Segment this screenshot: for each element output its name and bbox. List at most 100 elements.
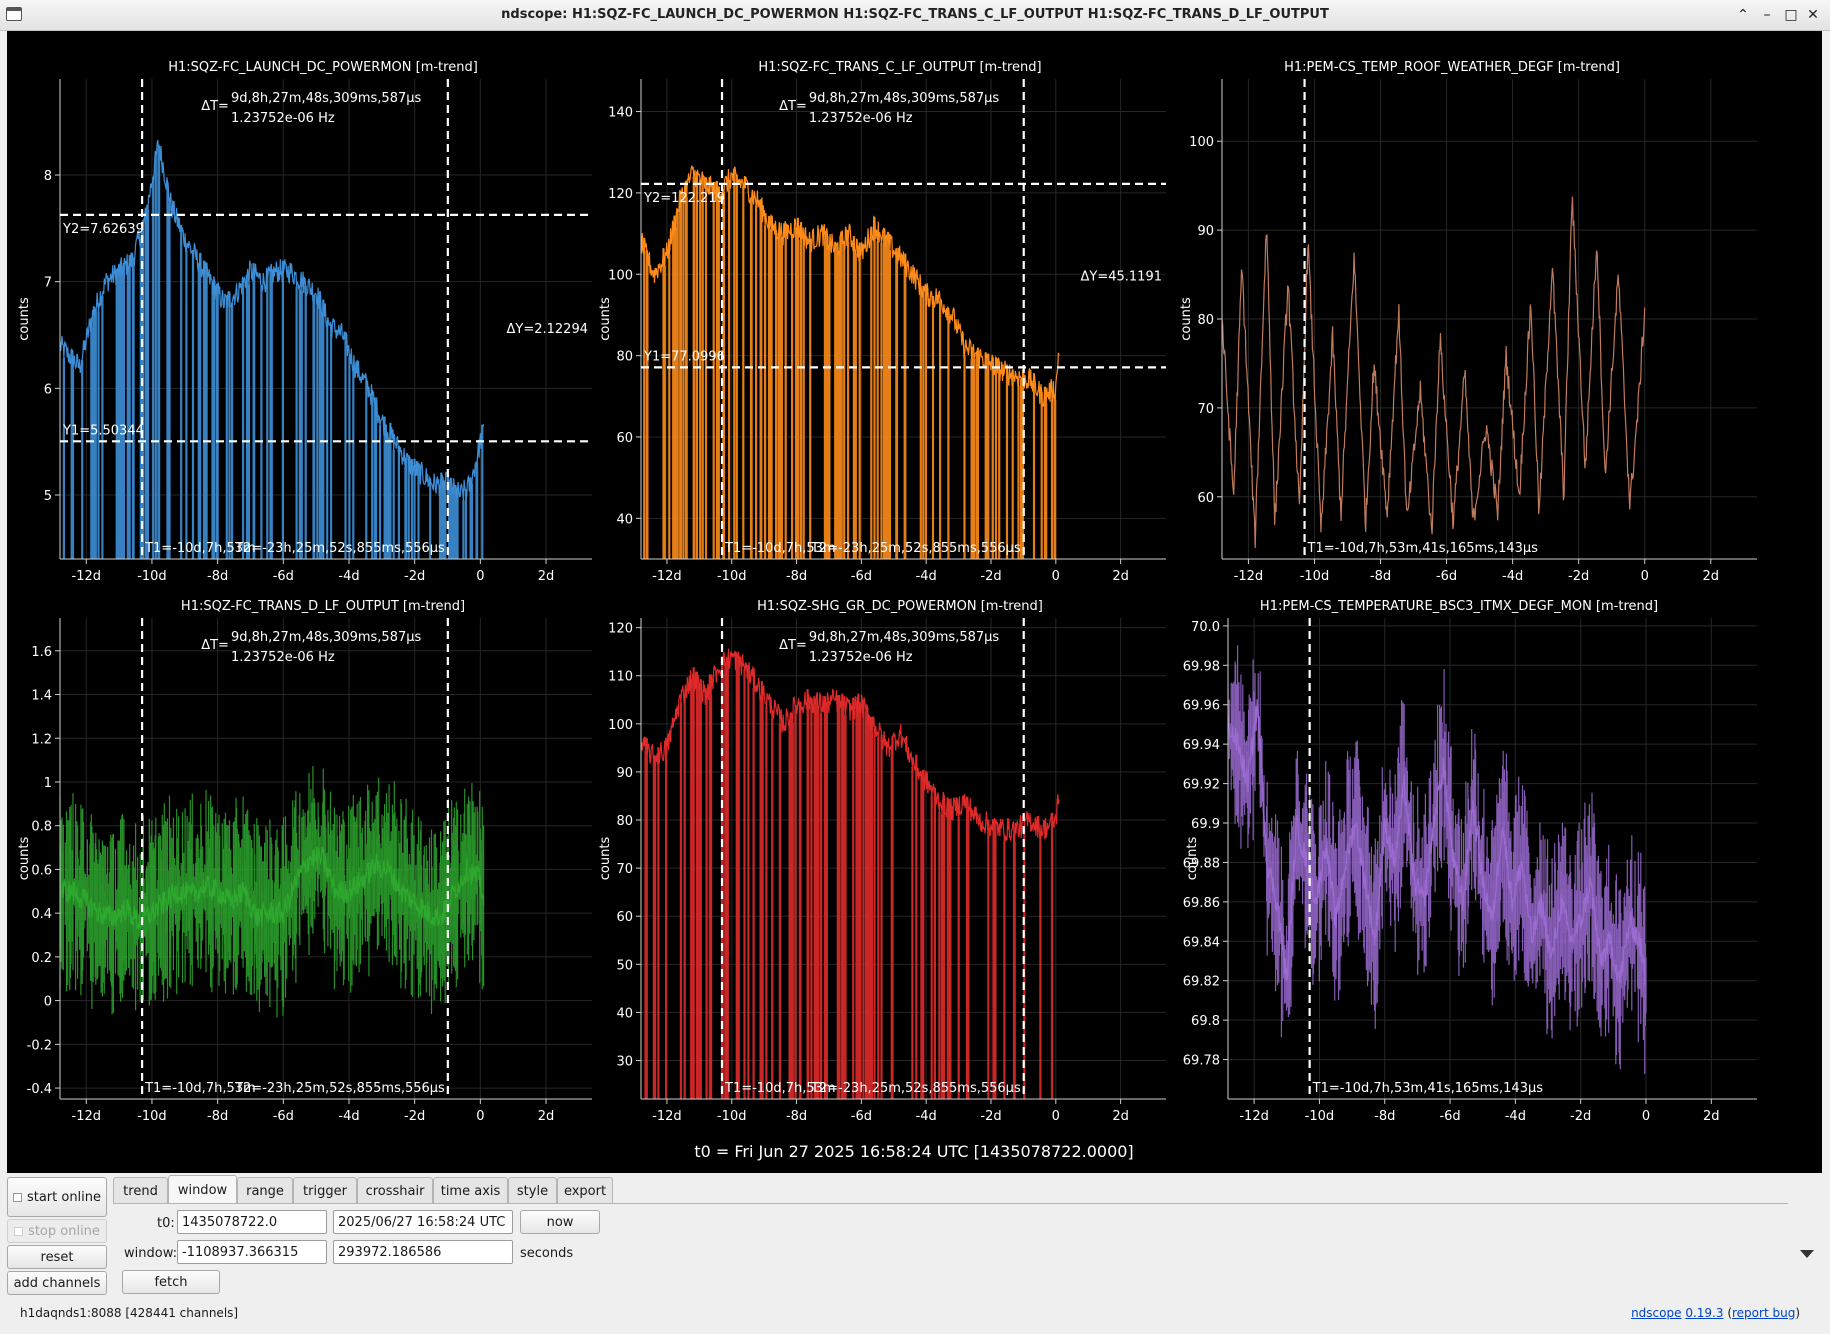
x-tick-label: -6d bbox=[1436, 569, 1457, 584]
y-axis-label: counts bbox=[598, 297, 613, 341]
delta-t-value: 9d,8h,27m,48s,309ms,587µs bbox=[231, 91, 422, 106]
t0-gps-input[interactable] bbox=[177, 1210, 327, 1234]
y-tick-label: 80 bbox=[616, 350, 633, 365]
tab-body-border bbox=[113, 1203, 1788, 1204]
tab-time-axis[interactable]: time axis bbox=[433, 1177, 508, 1204]
x-tick-label: 2d bbox=[538, 569, 555, 584]
chart-title: H1:SQZ-SHG_GR_DC_POWERMON [m-trend] bbox=[757, 599, 1043, 614]
y-tick-label: 1.2 bbox=[31, 732, 52, 747]
x-tick-label: -12d bbox=[72, 1109, 102, 1124]
y-tick-label: 110 bbox=[608, 670, 633, 685]
delta-t-frequency: 1.23752e-06 Hz bbox=[809, 650, 913, 665]
window-titlebar[interactable]: ndscope: H1:SQZ-FC_LAUNCH_DC_POWERMON H1… bbox=[0, 0, 1830, 31]
window-end-input[interactable] bbox=[333, 1240, 513, 1264]
y-tick-label: 120 bbox=[608, 622, 633, 637]
t0-label: t0: bbox=[157, 1216, 175, 1231]
y-tick-label: 60 bbox=[616, 910, 633, 925]
y-tick-label: 90 bbox=[1197, 224, 1214, 239]
trend-dropout-bars bbox=[62, 146, 484, 559]
delta-t-label: ΔT= bbox=[201, 638, 229, 653]
close-window-icon[interactable]: ✕ bbox=[1803, 5, 1823, 25]
start-online-button[interactable]: start online bbox=[7, 1177, 107, 1217]
chart-panel-6: -12d -10d -8d -6d -4d -2d 0 2d 69.78 69.8 69.82 69.… bbox=[1183, 599, 1757, 1124]
x-tick-label: 0 bbox=[476, 1109, 484, 1124]
stop-online-button[interactable]: stop online bbox=[7, 1219, 107, 1243]
tab-style[interactable]: style bbox=[508, 1177, 557, 1204]
maximize-window-icon[interactable]: □ bbox=[1781, 5, 1801, 25]
x-tick-label: 2d bbox=[1112, 1109, 1129, 1124]
report-bug-link[interactable]: report bug bbox=[1732, 1306, 1795, 1320]
y-axis-label: counts bbox=[17, 297, 32, 341]
y-tick-label: 69.92 bbox=[1183, 778, 1220, 793]
data-layer bbox=[1222, 196, 1646, 549]
y-tick-label: 40 bbox=[616, 1006, 633, 1021]
y-axis-label: counts bbox=[598, 837, 613, 881]
chart-title: H1:SQZ-FC_TRANS_D_LF_OUTPUT [m-trend] bbox=[181, 599, 465, 614]
chart-panel-3: -12d -10d -8d -6d -4d -2d 0 2d 60 70 80 90 100 H1:PEM… bbox=[1179, 60, 1757, 584]
delta-t-label: ΔT= bbox=[779, 638, 807, 653]
t0-utc-input[interactable] bbox=[333, 1210, 513, 1234]
window-label: window: bbox=[124, 1246, 177, 1261]
y-tick-label: 120 bbox=[608, 187, 633, 202]
t0-timestamp-label: t0 = Fri Jun 27 2025 16:58:24 UTC [14350… bbox=[694, 1142, 1133, 1161]
collapse-panel-icon[interactable] bbox=[1800, 1250, 1814, 1258]
data-layer bbox=[60, 766, 485, 1018]
trend-minmax-band bbox=[60, 766, 485, 1018]
delta-t-label: ΔT= bbox=[201, 99, 229, 114]
tab-window[interactable]: window bbox=[168, 1175, 237, 1204]
x-tick-label: -10d bbox=[137, 1109, 167, 1124]
fetch-button[interactable]: fetch bbox=[122, 1270, 220, 1294]
now-button[interactable]: now bbox=[520, 1210, 600, 1234]
chart-title: H1:SQZ-FC_LAUNCH_DC_POWERMON [m-trend] bbox=[168, 60, 478, 75]
x-tick-label: -4d bbox=[338, 569, 359, 584]
x-tick-label: 0 bbox=[1642, 1109, 1650, 1124]
y-tick-label: 1 bbox=[44, 776, 52, 791]
minimize-window-icon[interactable]: – bbox=[1757, 5, 1777, 25]
status-bar: h1daqnds1:8088 [428441 channels] bbox=[20, 1306, 238, 1320]
version-link[interactable]: 0.19.3 bbox=[1685, 1306, 1723, 1320]
y-tick-label: 69.86 bbox=[1183, 896, 1220, 911]
tab-range[interactable]: range bbox=[237, 1177, 293, 1204]
window-title: ndscope: H1:SQZ-FC_LAUNCH_DC_POWERMON H1… bbox=[501, 7, 1329, 22]
x-tick-label: -8d bbox=[207, 569, 228, 584]
y-tick-label: 69.78 bbox=[1183, 1054, 1220, 1069]
window-start-input[interactable] bbox=[177, 1240, 327, 1264]
tab-trigger[interactable]: trigger bbox=[293, 1177, 357, 1204]
series-line bbox=[641, 648, 1060, 842]
y-tick-label: 8 bbox=[44, 169, 52, 184]
tab-trend[interactable]: trend bbox=[113, 1177, 168, 1204]
tab-export[interactable]: export bbox=[557, 1177, 613, 1204]
trend-minmax-band bbox=[1228, 645, 1647, 1074]
stop-icon bbox=[14, 1226, 24, 1236]
y-tick-label: 0.6 bbox=[31, 863, 52, 878]
chart-title: H1:SQZ-FC_TRANS_C_LF_OUTPUT [m-trend] bbox=[758, 60, 1041, 75]
x-tick-label: -8d bbox=[1370, 569, 1391, 584]
delta-t-value: 9d,8h,27m,48s,309ms,587µs bbox=[809, 91, 1000, 106]
x-tick-label: 0 bbox=[1052, 1109, 1060, 1124]
start-online-label: start online bbox=[26, 1189, 102, 1205]
shade-window-icon[interactable]: ⌃ bbox=[1733, 5, 1753, 25]
x-tick-label: -6d bbox=[851, 569, 872, 584]
about-links: ndscope 0.19.3 (report bug) bbox=[1631, 1306, 1800, 1320]
t2-cursor-label: T2=-23h,25m,52s,855ms,556µs bbox=[810, 1081, 1021, 1096]
x-tick-label: 2d bbox=[538, 1109, 555, 1124]
x-tick-label: -2d bbox=[980, 1109, 1001, 1124]
delta-t-frequency: 1.23752e-06 Hz bbox=[231, 111, 335, 126]
y-axis-label: counts bbox=[1185, 837, 1200, 881]
reset-button[interactable]: reset bbox=[7, 1245, 107, 1269]
plots-canvas[interactable]: -12d -10d -8d -6d -4d -2d 0 2d 5 6 7 8 H1:SQZ-FC_LAU… bbox=[7, 31, 1822, 1173]
plot-area[interactable]: -12d -10d -8d -6d -4d -2d 0 2d 5 6 7 8 H1:SQZ-FC_LAU… bbox=[7, 31, 1822, 1173]
window-units-label: seconds bbox=[520, 1246, 574, 1261]
y-tick-label: 7 bbox=[44, 276, 52, 291]
t1-cursor-label: T1=-10d,7h,53m,41s,165ms,143µs bbox=[1312, 1081, 1544, 1096]
x-tick-label: 0 bbox=[1052, 569, 1060, 584]
chart-title: H1:PEM-CS_TEMP_ROOF_WEATHER_DEGF [m-tren… bbox=[1284, 60, 1620, 75]
add-channels-button[interactable]: add channels bbox=[7, 1271, 107, 1295]
tab-crosshair[interactable]: crosshair bbox=[357, 1177, 433, 1204]
y-tick-label: 80 bbox=[1197, 313, 1214, 328]
delta-t-value: 9d,8h,27m,48s,309ms,587µs bbox=[231, 630, 422, 645]
y-tick-label: 140 bbox=[608, 106, 633, 121]
ndscope-link[interactable]: ndscope bbox=[1631, 1306, 1681, 1320]
t2-cursor-label: T2=-23h,25m,52s,855ms,556µs bbox=[234, 541, 445, 556]
t1-cursor-label: T1=-10d,7h,53m,41s,165ms,143µs bbox=[1307, 541, 1539, 556]
